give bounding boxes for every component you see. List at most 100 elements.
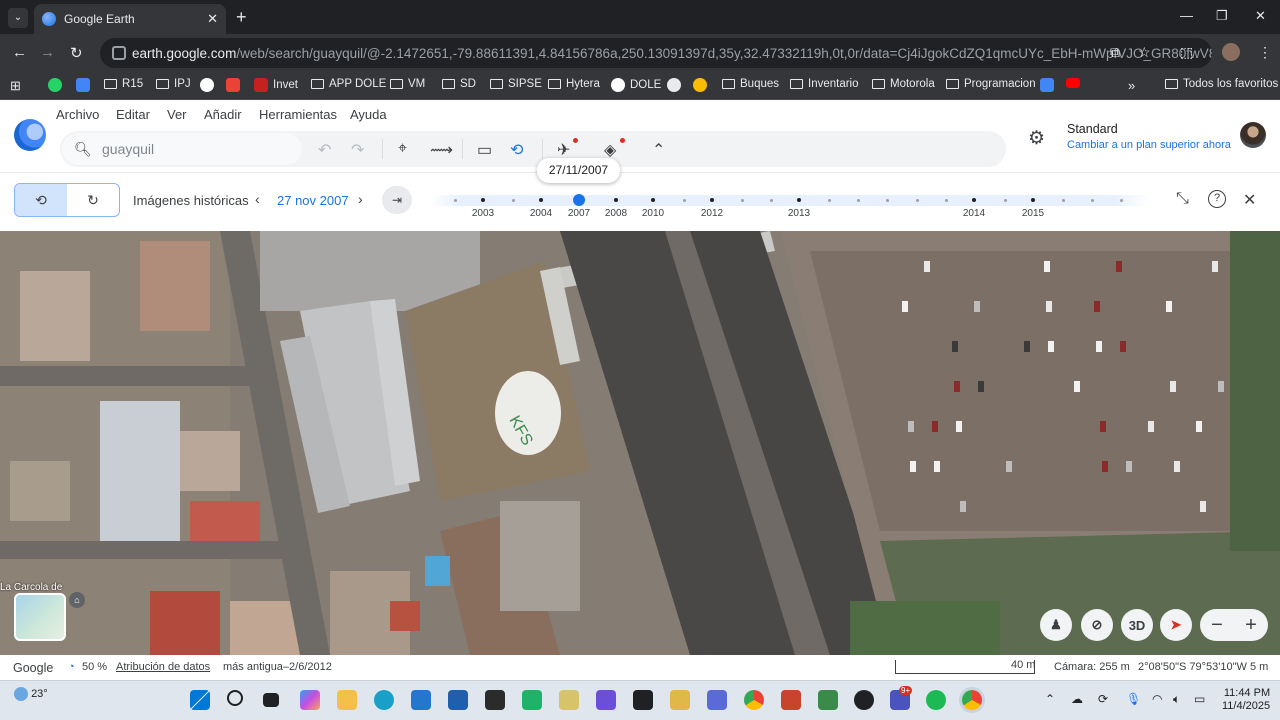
- youtube-bookmark-icon[interactable]: [1066, 78, 1085, 88]
- capcut-icon[interactable]: [633, 690, 653, 710]
- remote-desktop-icon[interactable]: [707, 690, 727, 710]
- maximize-window-icon[interactable]: ❐: [1216, 8, 1228, 24]
- layers-icon[interactable]: ◈: [604, 140, 616, 160]
- system-clock[interactable]: 11:44 PM 11/4/2025: [1222, 687, 1270, 713]
- timeline-track[interactable]: [430, 195, 1150, 206]
- draw-path-icon[interactable]: ⟿: [430, 140, 453, 160]
- bookmark-buques[interactable]: Buques: [722, 78, 779, 90]
- app-editor-icon[interactable]: [596, 690, 616, 710]
- menu-anadir[interactable]: Añadir: [204, 107, 242, 122]
- new-tab-button[interactable]: +: [236, 7, 247, 28]
- historical-imagery-icon[interactable]: ⟲: [510, 140, 523, 160]
- wifi-icon[interactable]: ◠: [1152, 692, 1162, 706]
- install-app-icon[interactable]: ⧉: [1110, 44, 1120, 61]
- forward-arrow-icon[interactable]: →: [40, 44, 55, 61]
- microphone-icon[interactable]: 🎙︎: [1126, 692, 1141, 706]
- timeline-year-dot[interactable]: [797, 198, 801, 202]
- vscode-icon[interactable]: [411, 690, 431, 710]
- minimize-window-icon[interactable]: —: [1180, 8, 1193, 23]
- bookmark-motorola[interactable]: Motorola: [872, 78, 935, 90]
- zoom-out-button[interactable]: −: [1211, 614, 1223, 637]
- next-date-chevron-icon[interactable]: ›: [358, 191, 363, 207]
- timeline-year-dot[interactable]: [614, 198, 618, 202]
- reset-tilt-icon[interactable]: ⊘: [1081, 609, 1113, 641]
- bookmark-star-icon[interactable]: ☆: [1138, 44, 1151, 61]
- timeline-minor-dot[interactable]: [454, 198, 457, 202]
- volume-icon[interactable]: 🔈︎: [1173, 692, 1180, 707]
- timeline-minor-dot[interactable]: [770, 198, 773, 202]
- battery-icon[interactable]: ▭: [1194, 692, 1205, 706]
- timeline-minor-dot[interactable]: [857, 198, 860, 202]
- back-arrow-icon[interactable]: ←: [12, 44, 27, 61]
- bookmark-r15[interactable]: R15: [104, 78, 143, 90]
- menu-archivo[interactable]: Archivo: [56, 107, 99, 122]
- upgrade-plan-link[interactable]: Cambiar a un plan superior ahora: [1067, 139, 1231, 151]
- app-ruler-icon[interactable]: [670, 690, 690, 710]
- redo-icon[interactable]: ↷: [351, 140, 364, 160]
- timeline-minor-dot[interactable]: [1120, 198, 1123, 202]
- sync-tray-icon[interactable]: ⟳: [1098, 692, 1108, 706]
- bookmark-ipj[interactable]: IPJ: [156, 78, 191, 90]
- tab-search-dropdown[interactable]: ⌄: [8, 8, 28, 28]
- copilot-icon[interactable]: [300, 690, 320, 710]
- close-historical-icon[interactable]: ✕: [1243, 190, 1256, 210]
- tab-google-earth[interactable]: Google Earth ✕: [34, 4, 226, 34]
- timeline-thumb[interactable]: [573, 194, 585, 206]
- timeline-minor-dot[interactable]: [741, 198, 744, 202]
- store-icon[interactable]: [448, 690, 468, 710]
- edge-icon[interactable]: [374, 690, 394, 710]
- gmail-bookmark-icon[interactable]: [226, 78, 245, 92]
- timeline-minor-dot[interactable]: [916, 198, 919, 202]
- bookmark-inventario[interactable]: Inventario: [790, 78, 859, 90]
- bookmark-dole[interactable]: DOLE: [611, 78, 661, 92]
- file-explorer-icon[interactable]: [337, 690, 357, 710]
- reload-icon[interactable]: ↻: [70, 44, 83, 62]
- timeline-year-dot[interactable]: [710, 198, 714, 202]
- google-earth-logo-icon[interactable]: [14, 119, 46, 151]
- bookmark-programacion[interactable]: Programacion: [946, 78, 1036, 90]
- app-r-icon[interactable]: [485, 690, 505, 710]
- tab-close-icon[interactable]: ✕: [207, 11, 218, 27]
- app-bookmark-icon[interactable]: [76, 78, 95, 92]
- chrome-bookmark-icon[interactable]: [693, 78, 712, 92]
- onedrive-icon[interactable]: ☁: [1071, 692, 1083, 706]
- account-avatar[interactable]: [1240, 122, 1266, 148]
- apps-grid-icon[interactable]: ⊞: [10, 78, 21, 94]
- jump-to-latest-button[interactable]: ⇥: [382, 186, 412, 214]
- close-window-icon[interactable]: ✕: [1255, 8, 1266, 24]
- minimize-timeline-icon[interactable]: ⤡: [1176, 190, 1189, 208]
- bookmark-sd[interactable]: SD: [442, 78, 476, 90]
- task-view-icon[interactable]: [263, 693, 279, 707]
- taskbar-search-icon[interactable]: [227, 690, 243, 706]
- location-pin-icon[interactable]: ⌂: [69, 592, 85, 608]
- compass-icon[interactable]: ➤: [1160, 609, 1192, 641]
- app-puzzle-icon[interactable]: [781, 690, 801, 710]
- snipping-tool-icon[interactable]: [559, 690, 579, 710]
- current-mode-icon[interactable]: ↻: [67, 184, 119, 216]
- bookmark-sipse[interactable]: SIPSE: [490, 78, 542, 90]
- menu-editar[interactable]: Editar: [116, 107, 150, 122]
- app-circle-icon[interactable]: [854, 690, 874, 710]
- address-bar[interactable]: earth.google.com/web/search/guayquil/@-2…: [100, 38, 1212, 68]
- measure-ruler-icon[interactable]: ▭: [477, 140, 492, 160]
- timeline-year-dot[interactable]: [972, 198, 976, 202]
- search-input[interactable]: 🔍︎ guayquil: [62, 133, 302, 165]
- bookmarks-overflow-button[interactable]: »: [1128, 78, 1135, 93]
- profile-avatar-icon[interactable]: [1222, 43, 1240, 61]
- translate-bookmark-icon[interactable]: [1040, 78, 1059, 92]
- bookmark-hytera[interactable]: Hytera: [548, 78, 600, 90]
- spotify-icon[interactable]: [926, 690, 946, 710]
- timeline-minor-dot[interactable]: [512, 198, 515, 202]
- satellite-map-view[interactable]: KFS: [0, 231, 1280, 655]
- toggle-3d-button[interactable]: 3D: [1121, 609, 1153, 641]
- menu-ver[interactable]: Ver: [167, 107, 187, 122]
- tray-overflow-icon[interactable]: ⌃: [1045, 692, 1055, 706]
- pegman-street-view-icon[interactable]: ♟: [1040, 609, 1072, 641]
- chrome-menu-icon[interactable]: ⋮: [1258, 44, 1272, 61]
- timeline-year-dot[interactable]: [481, 198, 485, 202]
- help-icon[interactable]: ?: [1208, 190, 1226, 208]
- timeline-minor-dot[interactable]: [1004, 198, 1007, 202]
- timeline-minor-dot[interactable]: [1091, 198, 1094, 202]
- bookmark-invet[interactable]: Invet: [254, 78, 298, 92]
- satellite-icon[interactable]: ✈: [557, 140, 570, 160]
